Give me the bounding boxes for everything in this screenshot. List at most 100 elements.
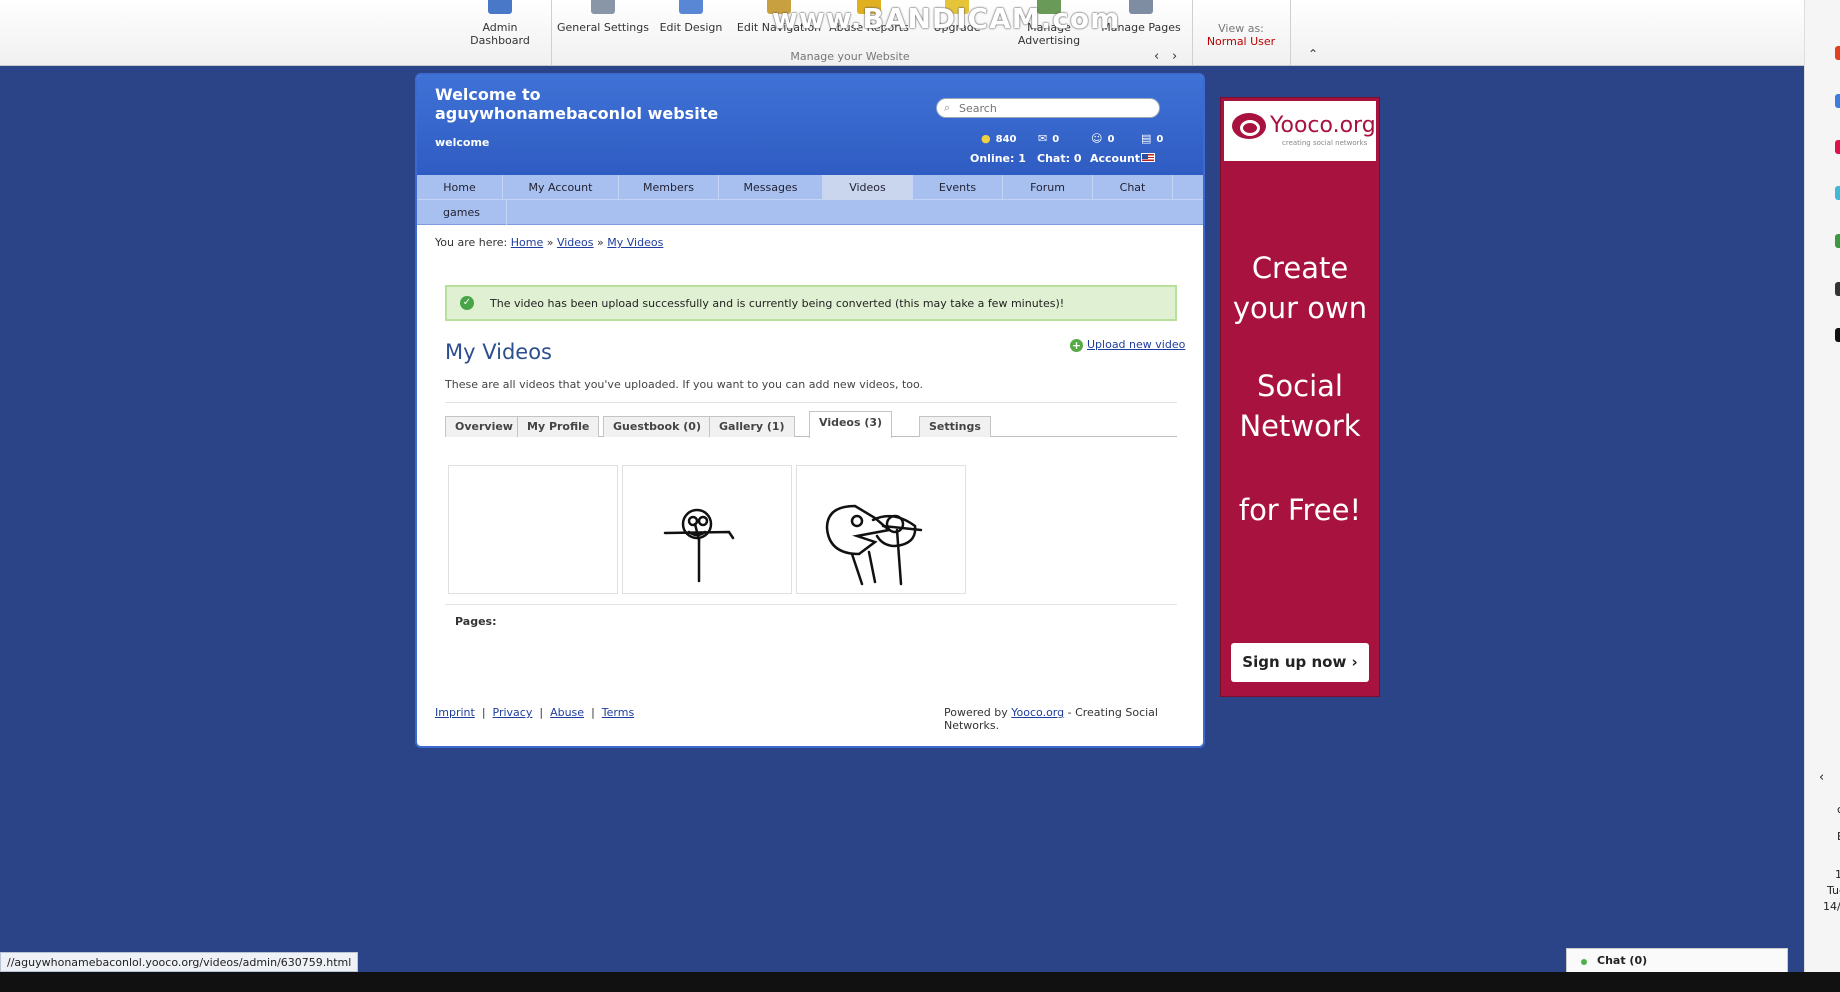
clock-text: Tue <box>1827 884 1840 897</box>
nav-row: games <box>417 200 1203 225</box>
tab-gallery[interactable]: Gallery (1) <box>709 416 795 437</box>
app-icon[interactable] <box>1835 46 1840 60</box>
toolbar-prev-arrow[interactable]: ‹ <box>1154 49 1159 64</box>
collapse-toolbar-button[interactable]: ⌃ <box>1308 47 1318 61</box>
view-as-switcher[interactable]: View as: Normal User <box>1200 0 1282 48</box>
app-icon[interactable] <box>1835 186 1840 200</box>
nav-row: Home My Account Members Messages Videos … <box>417 175 1203 200</box>
toolbar-divider <box>1290 0 1291 65</box>
tab-guestbook[interactable]: Guestbook (0) <box>603 416 711 437</box>
nav-item-my-account[interactable]: My Account <box>503 175 619 200</box>
sign-up-button[interactable]: Sign up now › <box>1231 643 1369 682</box>
nav-item-messages[interactable]: Messages <box>719 175 823 200</box>
admin-dashboard-button[interactable]: Admin Dashboard <box>452 0 548 47</box>
nav-item-games[interactable]: games <box>417 200 507 225</box>
coins-icon: ● <box>981 132 991 145</box>
nav-item-members[interactable]: Members <box>619 175 719 200</box>
search-box[interactable]: ⌕ <box>936 98 1160 118</box>
stick-figure-drawing <box>825 504 923 586</box>
toolbar-divider <box>1192 0 1193 65</box>
users-icon: ☺ <box>1091 132 1103 145</box>
yooco-logo-icon <box>1232 113 1266 139</box>
site-slogan: welcome <box>435 136 490 149</box>
breadcrumb-videos-link[interactable]: Videos <box>557 236 594 249</box>
page-title: My Videos <box>445 340 552 364</box>
tab-videos[interactable]: Videos (3) <box>809 411 893 438</box>
status-bar-url: //aguywhonamebaconlol.yooco.org/videos/a… <box>0 952 359 972</box>
add-icon: + <box>1070 338 1083 352</box>
divider <box>445 604 1177 605</box>
footer-links: Imprint | Privacy | Abuse | Terms <box>435 706 635 719</box>
nav-item-home[interactable]: Home <box>417 175 503 200</box>
site-header: Welcome to aguywhonamebaconlol website w… <box>417 75 1203 175</box>
screen-bottom-edge <box>0 972 1840 992</box>
chat-count[interactable]: Chat: 0 <box>1037 152 1081 165</box>
powered-by: Powered by Yooco.org - Creating Social N… <box>944 706 1158 732</box>
video-thumbnail[interactable] <box>622 465 792 594</box>
tab-overview[interactable]: Overview <box>445 416 523 437</box>
notes-icon: ▤ <box>1141 132 1152 145</box>
nav-item-events[interactable]: Events <box>913 175 1003 200</box>
app-icon[interactable] <box>1835 328 1840 342</box>
search-input[interactable] <box>959 101 1149 115</box>
app-icon[interactable] <box>1835 140 1840 154</box>
footer-terms-link[interactable]: Terms <box>602 706 634 719</box>
footer-privacy-link[interactable]: Privacy <box>493 706 533 719</box>
friend-requests-counter[interactable]: ☺ 0 <box>1091 132 1114 145</box>
notes-counter[interactable]: ▤ 0 <box>1141 132 1163 145</box>
search-icon: ⌕ <box>944 101 951 114</box>
advertisement-banner[interactable]: Yooco.org creating social networks Creat… <box>1220 97 1380 697</box>
nav-item-videos[interactable]: Videos <box>823 175 913 200</box>
points-counter[interactable]: ● 840 <box>981 132 1016 145</box>
breadcrumb: You are here: Home » Videos » My Videos <box>435 236 664 249</box>
site-title: Welcome to aguywhonamebaconlol website <box>435 85 719 123</box>
powered-by-link[interactable]: Yooco.org <box>1011 706 1064 719</box>
check-icon: ✓ <box>460 296 474 310</box>
success-message: ✓ The video has been upload successfully… <box>445 285 1177 321</box>
video-thumbnail[interactable] <box>448 465 618 594</box>
upload-new-video-link[interactable]: + Upload new video <box>1070 338 1185 352</box>
online-count[interactable]: Online: 1 <box>970 152 1026 165</box>
footer-abuse-link[interactable]: Abuse <box>550 706 584 719</box>
footer-imprint-link[interactable]: Imprint <box>435 706 475 719</box>
chevron-left-icon[interactable]: ‹ <box>1819 770 1824 785</box>
design-icon <box>679 0 703 14</box>
toolbar-divider <box>551 0 552 65</box>
general-settings-button[interactable]: General Settings <box>556 0 650 42</box>
dashboard-icon <box>488 0 512 14</box>
main-panel: Welcome to aguywhonamebaconlol website w… <box>415 73 1205 748</box>
edit-design-button[interactable]: Edit Design <box>650 0 732 42</box>
ad-logo-text: Yooco.org <box>1270 113 1376 138</box>
chat-bar[interactable]: Chat (0) <box>1566 948 1788 973</box>
breadcrumb-my-videos-link[interactable]: My Videos <box>607 236 663 249</box>
clock-text: 14/1 <box>1823 900 1840 913</box>
tab-my-profile[interactable]: My Profile <box>517 416 600 437</box>
app-icon[interactable] <box>1835 94 1840 108</box>
clock-text: 16 <box>1835 868 1840 881</box>
pages-icon <box>1129 0 1153 14</box>
nav-item-chat[interactable]: Chat <box>1093 175 1173 200</box>
ad-logo-subtitle: creating social networks <box>1282 139 1368 147</box>
online-status-icon <box>1581 959 1587 965</box>
app-icon[interactable] <box>1835 282 1840 296</box>
nav-item-forum[interactable]: Forum <box>1003 175 1093 200</box>
envelope-icon: ✉ <box>1038 132 1048 145</box>
stick-figure-drawing <box>663 508 735 583</box>
video-thumbnail[interactable] <box>796 465 966 594</box>
side-window-edge: ‹ c E 16 Tue 14/1 <box>1804 0 1840 992</box>
page-intro-text: These are all videos that you've uploade… <box>445 378 924 391</box>
main-navigation: Home My Account Members Messages Videos … <box>417 175 1203 225</box>
language-flag-icon[interactable] <box>1141 153 1155 162</box>
toolbar-caption: Manage your Website <box>790 50 910 63</box>
messages-counter[interactable]: ✉ 0 <box>1038 132 1059 145</box>
toolbar-next-arrow[interactable]: › <box>1172 49 1177 64</box>
ad-logo-bar: Yooco.org creating social networks <box>1221 98 1379 164</box>
tab-settings[interactable]: Settings <box>919 416 991 437</box>
breadcrumb-home-link[interactable]: Home <box>511 236 543 249</box>
ad-headline: Create your own Social Network for Free! <box>1232 251 1368 527</box>
app-icon[interactable] <box>1835 234 1840 248</box>
profile-tabs: Overview My Profile Guestbook (0) Galler… <box>445 411 1177 438</box>
pagination-label: Pages: <box>455 615 497 628</box>
gear-icon <box>591 0 615 14</box>
divider <box>445 402 1177 403</box>
